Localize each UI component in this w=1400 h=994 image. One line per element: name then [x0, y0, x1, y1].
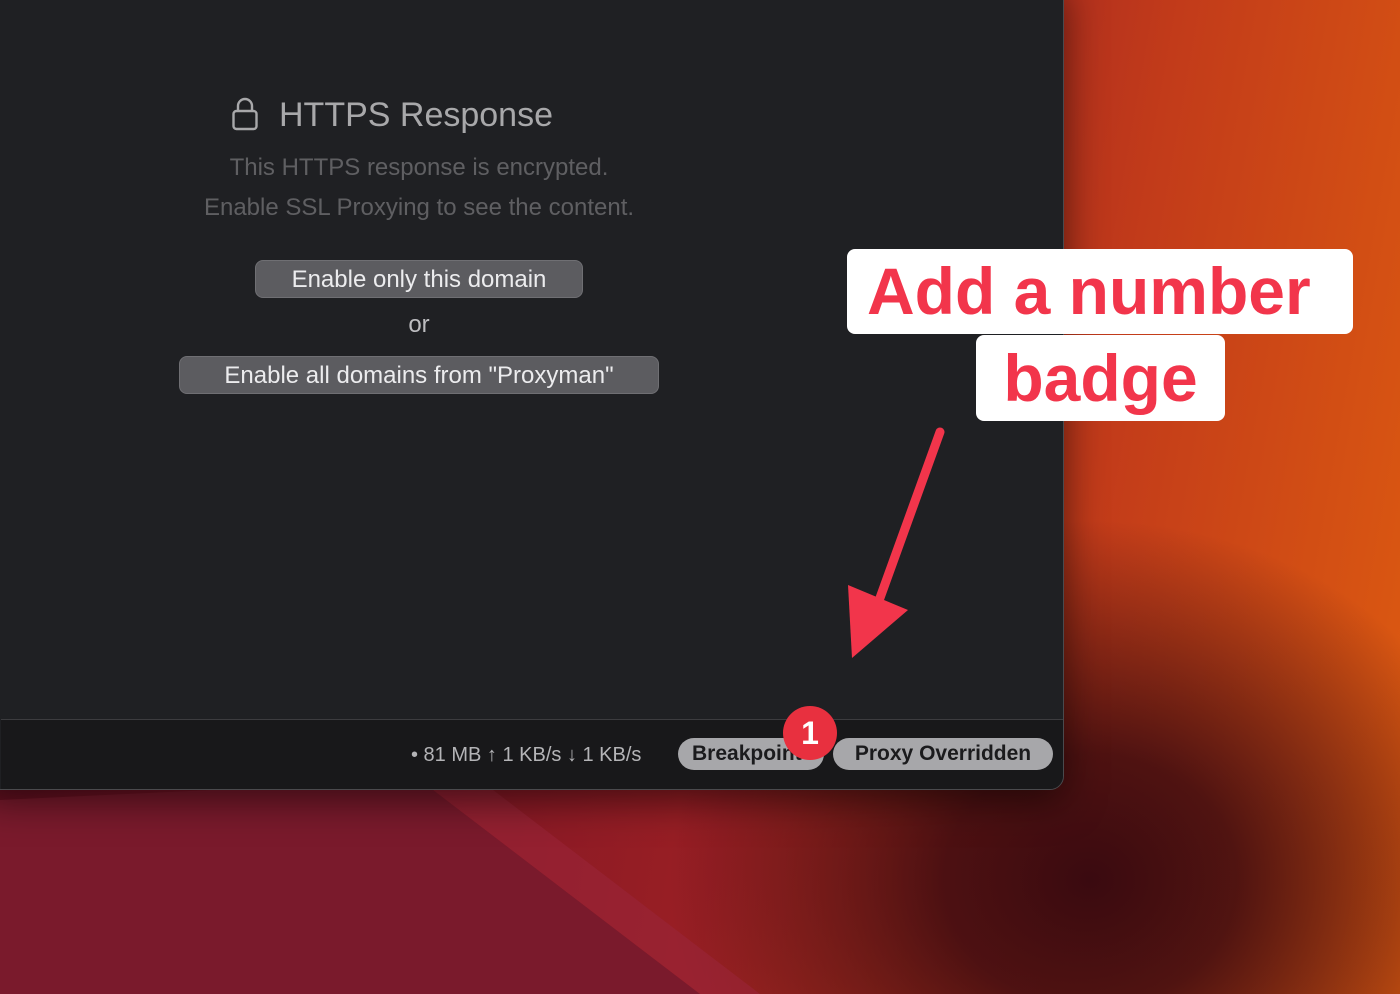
- proxy-overridden-pill[interactable]: Proxy Overridden: [833, 738, 1053, 770]
- arrow-icon: [848, 427, 945, 658]
- or-label: or: [408, 311, 430, 338]
- number-badge: 1: [783, 706, 837, 760]
- wallpaper-shape: [0, 780, 760, 994]
- callout-line-2: badge: [976, 335, 1225, 421]
- enable-all-domains-button[interactable]: Enable all domains from "Proxyman": [179, 356, 659, 394]
- enable-this-domain-button[interactable]: Enable only this domain: [255, 260, 583, 298]
- description-line-2: Enable SSL Proxying to see the content.: [203, 194, 635, 221]
- callout-line-1: Add a number: [847, 249, 1353, 334]
- response-title: HTTPS Response: [279, 96, 553, 134]
- app-window: HTTPS Response This HTTPS response is en…: [0, 0, 1064, 790]
- network-stats: • 81 MB ↑ 1 KB/s ↓ 1 KB/s: [411, 744, 642, 766]
- status-bar: • 81 MB ↑ 1 KB/s ↓ 1 KB/s Breakpoint Pro…: [1, 719, 1063, 789]
- description-line-1: This HTTPS response is encrypted.: [229, 154, 609, 181]
- lock-icon: [232, 97, 258, 131]
